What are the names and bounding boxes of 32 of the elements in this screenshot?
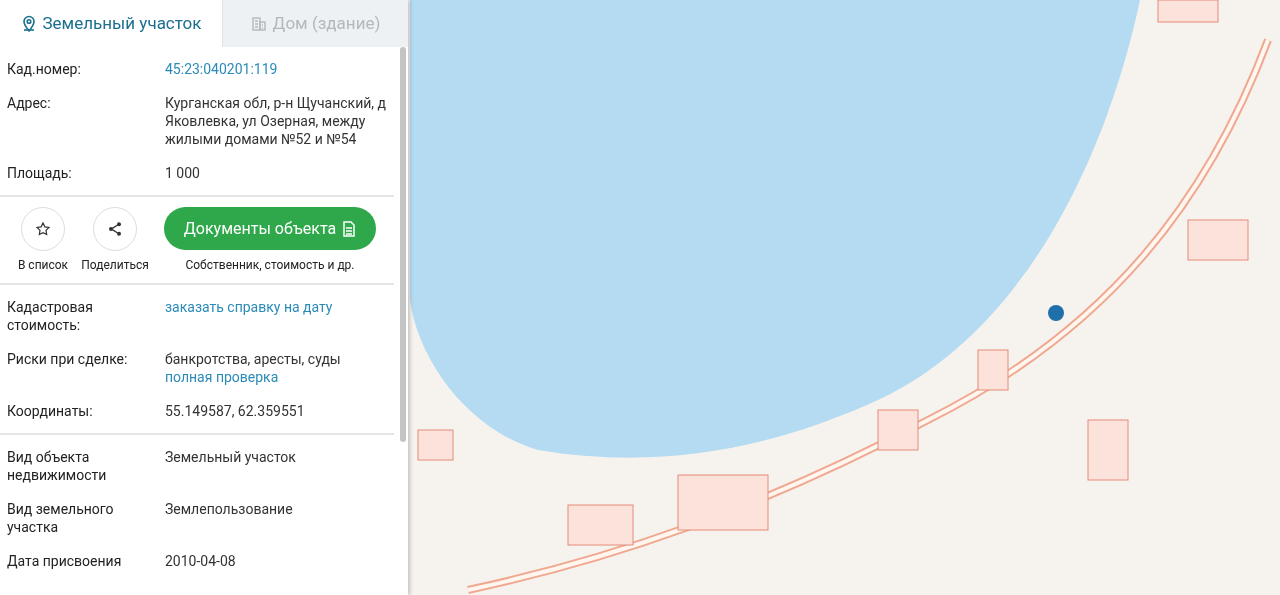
field-value: 55.149587, 62.359551 [165,402,306,420]
field-label: Координаты: [7,402,94,420]
map-pin-icon [20,14,37,33]
field-value: банкротства, аресты, суды [165,350,342,368]
scrollbar[interactable] [400,47,406,442]
documents-caption: Собственник, стоимость и др. [185,257,355,274]
share-icon [107,221,123,237]
link[interactable]: заказать справку на дату [165,298,333,316]
link[interactable]: 45:23:040201:119 [165,60,278,78]
field-value: 2010-04-08 [165,552,237,570]
tab[interactable]: Земельный участок [0,0,222,47]
field-label: Вид земельного участка [7,500,115,536]
field-value: Курганская обл, р-н Щучанский, д Яковлевка, ул Озерная, между жилыми домами №52 и №54 [165,94,387,148]
field-value: Земельный участок [165,448,297,466]
documents-button[interactable]: Документы объекта [164,207,376,250]
field-label: Площадь: [7,164,73,182]
field-label: Кад.номер: [7,60,82,78]
field-label: Адрес: [7,94,52,113]
action-label: В список [17,257,69,274]
field-label: Вид объекта недвижимости [7,448,108,484]
action-button[interactable] [21,207,65,251]
action-button[interactable] [93,207,137,251]
field-value: 1 000 [165,164,201,182]
link[interactable]: полная проверка [165,368,279,386]
field-label: Дата присвоения [7,552,123,570]
document-icon [342,220,357,237]
field-value: Землепользование [165,500,294,518]
field-label: Риски при сделке: [7,350,129,369]
star-icon [35,221,51,237]
field-label: Кадастровая стоимость: [7,298,94,334]
building-icon [250,15,267,32]
action-label: Поделиться [81,257,149,274]
